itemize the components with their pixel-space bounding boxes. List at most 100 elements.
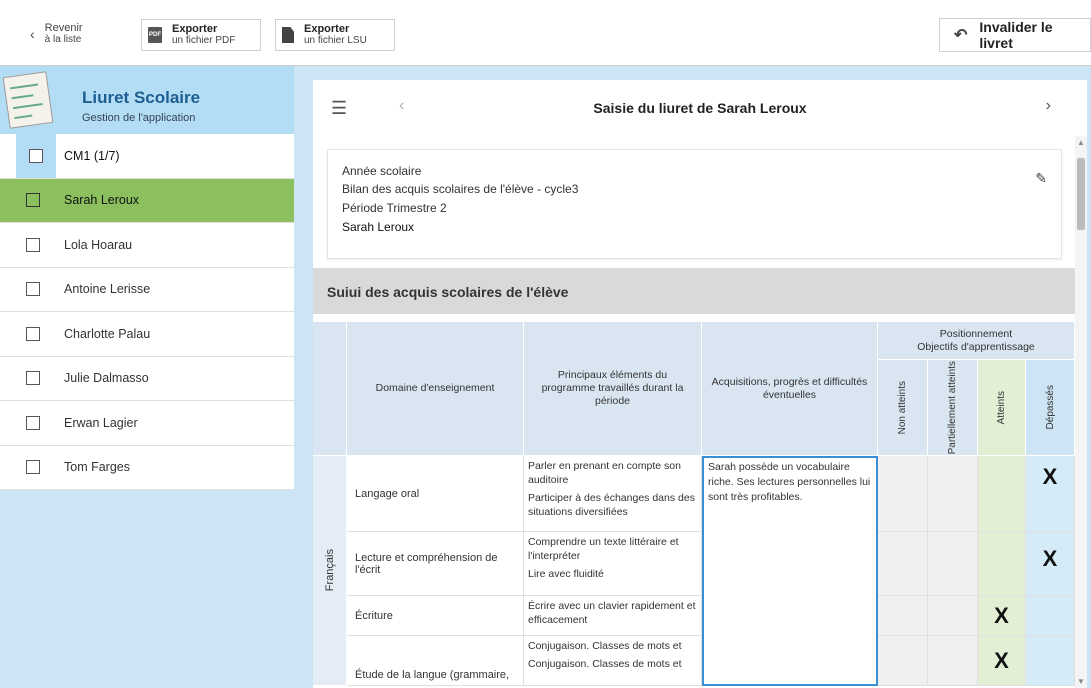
page-title: Saisie du liuret de Sarah Leroux <box>593 100 807 116</box>
app-subtitle: Gestion de l'application <box>82 112 196 124</box>
pdf-icon: PDF <box>148 27 162 43</box>
vertical-scrollbar[interactable]: ▲ ▼ <box>1075 136 1087 688</box>
main-panel: ☰ ‹ Saisie du liuret de Sarah Leroux › A… <box>294 66 1091 688</box>
top-toolbar: ‹ Revenir à la liste PDF Exporter un fic… <box>0 0 1091 66</box>
student-checkbox[interactable] <box>26 193 40 208</box>
student-row[interactable]: Sarah Leroux <box>0 178 294 223</box>
level-partial-header: Partiellement atteints <box>928 360 978 456</box>
student-name: Erwan Lagier <box>64 415 138 430</box>
student-checkbox[interactable] <box>26 460 40 475</box>
level-reached-cell[interactable] <box>978 532 1026 596</box>
assessment-title: Bilan des acquis scolaires de l'élève - … <box>342 182 579 196</box>
subject-header <box>313 322 347 456</box>
elements-header: Principaux éléments du programme travail… <box>524 322 702 456</box>
student-name: Sarah Leroux <box>64 193 140 208</box>
level-reached-cell[interactable]: X <box>978 596 1026 636</box>
level-exceeded-cell[interactable] <box>1026 596 1075 636</box>
student-row[interactable]: Lola Hoarau <box>0 223 294 268</box>
level-non-cell[interactable] <box>878 532 928 596</box>
positioning-subtitle: Objectifs d'apprentissage <box>917 340 1035 353</box>
domain-cell: Langage oral <box>347 456 524 532</box>
acquisitions-textarea[interactable]: Sarah possède un vocabulaire riche. Ses … <box>702 456 878 686</box>
invalidate-label: Invalider le livret <box>979 19 1053 51</box>
elements-cell: Parler en prenant en compte son auditoir… <box>524 456 702 532</box>
scroll-down-arrow-icon[interactable]: ▼ <box>1077 677 1085 686</box>
level-exceeded-cell[interactable]: X <box>1026 532 1075 596</box>
student-name-display: Sarah Leroux <box>342 220 415 234</box>
student-name: Tom Farges <box>64 460 130 475</box>
student-checkbox[interactable] <box>26 326 40 341</box>
edit-pencil-icon[interactable]: ✎ <box>1035 170 1047 187</box>
level-reached-header: Atteints <box>978 360 1026 456</box>
level-reached-cell[interactable] <box>978 456 1026 532</box>
export-pdf-label: Exporter <box>172 23 218 35</box>
left-panel: Liuret Scolaire Gestion de l'application… <box>0 66 294 688</box>
document-icon <box>282 27 294 43</box>
next-student-icon[interactable]: › <box>1046 97 1051 115</box>
level-reached-cell[interactable]: X <box>978 636 1026 686</box>
student-row[interactable]: Julie Dalmasso <box>0 356 294 401</box>
booklet-header: ☰ ‹ Saisie du liuret de Sarah Leroux › <box>313 80 1087 136</box>
level-non-header: Non atteints <box>878 360 928 456</box>
back-sublabel: à la liste <box>44 34 82 45</box>
elements-cell: Comprendre un texte littéraire et l'inte… <box>524 532 702 596</box>
acquisitions-header: Acquisitions, progrès et difficultés éve… <box>702 322 878 456</box>
export-lsu-sublabel: un fichier LSU <box>304 35 367 46</box>
student-row[interactable]: Charlotte Palau <box>0 312 294 357</box>
domain-cell: Étude de la langue (grammaire, <box>347 636 524 686</box>
back-to-list-button[interactable]: ‹ Revenir à la liste <box>24 18 91 50</box>
student-name: Antoine Lerisse <box>64 282 151 297</box>
level-partial-cell[interactable] <box>928 532 978 596</box>
level-non-cell[interactable] <box>878 596 928 636</box>
subject-cell: Français <box>313 456 347 686</box>
level-non-cell[interactable] <box>878 456 928 532</box>
student-checkbox[interactable] <box>26 282 40 297</box>
subject-label: Français <box>323 549 336 592</box>
positioning-title: Positionnement <box>939 327 1013 340</box>
elements-cell: Conjugaison. Classes de mots et Conjugais… <box>524 636 702 686</box>
student-row[interactable]: Erwan Lagier <box>0 401 294 446</box>
class-group-row[interactable]: CM1 (1/7) <box>0 134 294 179</box>
app-header: Liuret Scolaire Gestion de l'application <box>0 66 294 134</box>
student-name: Charlotte Palau <box>64 326 151 341</box>
scroll-up-arrow-icon[interactable]: ▲ <box>1077 138 1085 147</box>
period: Période Trimestre 2 <box>342 201 447 215</box>
level-non-cell[interactable] <box>878 636 928 686</box>
level-exceeded-cell[interactable] <box>1026 636 1075 686</box>
level-partial-cell[interactable] <box>928 636 978 686</box>
student-checkbox[interactable] <box>26 415 40 430</box>
domain-header: Domaine d'enseignement <box>347 322 524 456</box>
class-label: CM1 (1/7) <box>64 148 120 163</box>
domain-cell: Écriture <box>347 596 524 636</box>
booklet-info-card: Année scolaire Bilan des acquis scolaire… <box>327 149 1062 259</box>
section-header: Suiui des acquis scolaires de l'élève <box>313 268 1075 314</box>
student-row[interactable]: Antoine Lerisse <box>0 267 294 312</box>
export-lsu-button[interactable]: Exporter un fichier LSU <box>275 19 395 51</box>
undo-icon: ↶ <box>954 27 968 44</box>
student-checkbox[interactable] <box>26 237 40 252</box>
student-checkbox[interactable] <box>26 371 40 386</box>
invalidate-button[interactable]: ↶ Invalider le livret <box>939 18 1091 52</box>
student-name: Julie Dalmasso <box>64 371 149 386</box>
level-exceeded-header: Dépassés <box>1026 360 1075 456</box>
level-partial-cell[interactable] <box>928 596 978 636</box>
class-checkbox[interactable] <box>29 148 43 163</box>
student-row[interactable]: Tom Farges <box>0 445 294 490</box>
student-name: Lola Hoarau <box>64 237 133 252</box>
export-pdf-sublabel: un fichier PDF <box>172 35 236 46</box>
app-title: Liuret Scolaire <box>82 88 201 107</box>
chevron-left-icon: ‹ <box>30 26 35 42</box>
section-title: Suiui des acquis scolaires de l'élève <box>327 284 569 300</box>
export-pdf-button[interactable]: PDF Exporter un fichier PDF <box>141 19 261 51</box>
booklet-content: Année scolaire Bilan des acquis scolaire… <box>313 136 1087 688</box>
app-logo <box>2 71 54 129</box>
level-exceeded-cell[interactable]: X <box>1026 456 1075 532</box>
positioning-header: Positionnement Objectifs d'apprentissage <box>878 322 1075 360</box>
domain-cell: Lecture et compréhension de l'écrit <box>347 532 524 596</box>
level-partial-cell[interactable] <box>928 456 978 532</box>
student-list: CM1 (1/7) Sarah Leroux Lola Hoarau Antoi… <box>0 134 294 490</box>
elements-cell: Écrire avec un clavier rapidement et eff… <box>524 596 702 636</box>
scrollbar-thumb[interactable] <box>1077 158 1085 230</box>
back-label: Revenir <box>44 22 83 34</box>
school-year: Année scolaire <box>342 164 422 178</box>
